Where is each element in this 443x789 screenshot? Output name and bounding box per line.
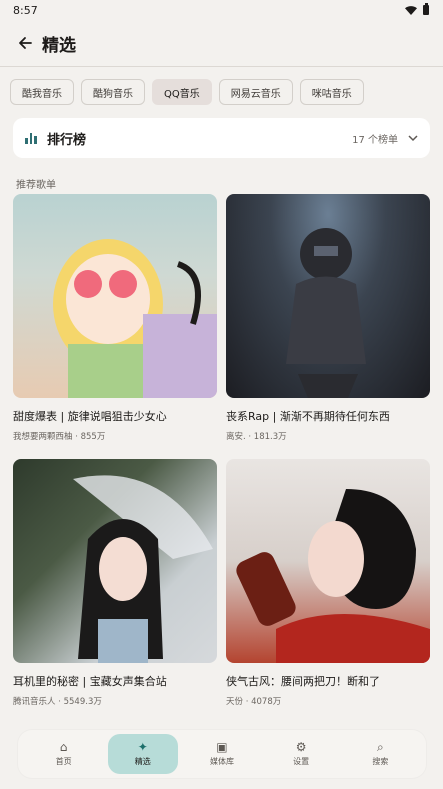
section-title: 推荐歌单 xyxy=(16,180,56,191)
cover-illustration xyxy=(73,475,213,663)
nav-label: 设置 xyxy=(293,757,310,766)
ranking-title: 排行榜 xyxy=(47,132,87,148)
nav-label: 媒体库 xyxy=(209,757,234,766)
playlist-title: 侠气古风：腰间两把刀！断和了 xyxy=(226,675,380,688)
playlist-card[interactable]: 耳机里的秘密 | 宝藏女声集合站 腾讯音乐人 · 5549.3万 xyxy=(13,459,217,724)
cover-illustration xyxy=(286,228,366,398)
playlist-subtitle: 离安. · 181.3万 xyxy=(226,432,287,442)
nav-search[interactable]: ⌕ 搜索 xyxy=(345,734,415,774)
status-time: 8:57 xyxy=(13,3,38,17)
chevron-down-icon xyxy=(408,134,418,141)
playlist-title: 丧系Rap | 渐渐不再期待任何东西 xyxy=(226,410,390,423)
chip-kuwo[interactable]: 酷我音乐 xyxy=(10,79,74,105)
nav-label: 精选 xyxy=(134,757,151,766)
ranking-count: 17 个榜单 xyxy=(352,134,398,146)
nav-settings[interactable]: ⚙ 设置 xyxy=(266,734,336,774)
playlist-card[interactable]: 甜度爆表 | 旋律说唱狙击少女心 我想要两颗西柚 · 855万 xyxy=(13,194,217,459)
app-bar: 精选 xyxy=(0,20,443,66)
ranking-card[interactable]: 排行榜 17 个榜单 xyxy=(13,118,430,158)
nav-home[interactable]: ⌂ 首页 xyxy=(29,734,99,774)
playlist-subtitle: 天份 · 4078万 xyxy=(226,697,282,707)
nav-label: 首页 xyxy=(55,757,72,766)
playlist-card[interactable]: 侠气古风：腰间两把刀！断和了 天份 · 4078万 xyxy=(226,459,430,724)
status-bar: 8:57 xyxy=(0,0,443,20)
chip-migu[interactable]: 咪咕音乐 xyxy=(299,79,364,105)
playlist-subtitle: 腾讯音乐人 · 5549.3万 xyxy=(13,697,102,707)
bar-chart-icon xyxy=(25,132,38,144)
cover-illustration xyxy=(53,239,217,398)
nav-label: 搜索 xyxy=(372,757,389,766)
library-icon: ▣ xyxy=(216,740,228,754)
nav-library[interactable]: ▣ 媒体库 xyxy=(187,734,257,774)
playlist-title: 甜度爆表 | 旋律说唱狙击少女心 xyxy=(13,410,167,423)
playlist-cover xyxy=(13,459,217,663)
playlist-cover xyxy=(226,194,430,398)
search-icon: ⌕ xyxy=(376,740,384,754)
chip-netease[interactable]: 网易云音乐 xyxy=(218,79,293,105)
arrow-left-icon xyxy=(19,37,32,49)
playlist-cover xyxy=(13,194,217,398)
nav-featured[interactable]: ✦ 精选 xyxy=(107,734,178,774)
playlist-subtitle: 我想要两颗西柚 · 855万 xyxy=(13,432,106,442)
playlist-card[interactable]: 丧系Rap | 渐渐不再期待任何东西 离安. · 181.3万 xyxy=(226,194,430,459)
playlist-cover xyxy=(226,459,430,663)
page-title: 精选 xyxy=(42,35,76,56)
chip-qq[interactable]: QQ音乐 xyxy=(152,79,212,105)
battery-icon xyxy=(423,3,429,15)
back-button[interactable] xyxy=(16,34,34,52)
source-chips: 酷我音乐 酷狗音乐 QQ音乐 网易云音乐 咪咕音乐 xyxy=(0,67,443,105)
chip-kugou[interactable]: 酷狗音乐 xyxy=(81,79,145,105)
cover-illustration xyxy=(236,489,430,663)
wifi-icon xyxy=(405,5,417,15)
playlist-grid: 甜度爆表 | 旋律说唱狙击少女心 我想要两颗西柚 · 855万 丧系Rap | … xyxy=(0,194,443,724)
playlist-title: 耳机里的秘密 | 宝藏女声集合站 xyxy=(13,675,167,688)
status-icons xyxy=(405,3,429,15)
home-icon: ⌂ xyxy=(59,740,68,754)
gear-icon: ⚙ xyxy=(295,740,307,754)
bottom-nav: ⌂ 首页 ✦ 精选 ▣ 媒体库 ⚙ 设置 ⌕ 搜索 xyxy=(18,730,426,778)
sparkle-icon: ✦ xyxy=(137,740,148,754)
